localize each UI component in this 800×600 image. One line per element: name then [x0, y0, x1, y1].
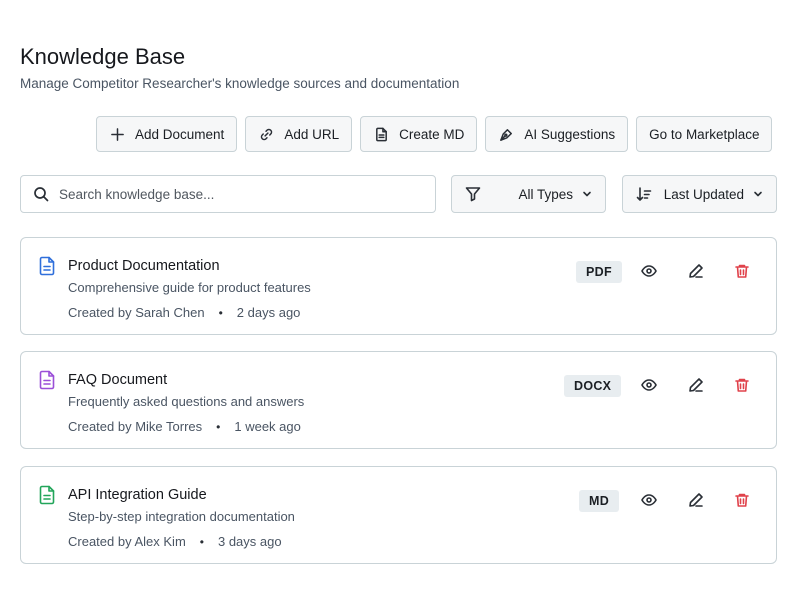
- view-button[interactable]: [640, 262, 658, 280]
- pencil-icon: [689, 493, 703, 507]
- separator-dot: •: [216, 419, 221, 434]
- document-meta: Created by Sarah Chen • 2 days ago: [68, 305, 300, 320]
- document-card[interactable]: Product Documentation Comprehensive guid…: [20, 237, 777, 335]
- document-time: 1 week ago: [234, 419, 301, 434]
- plus-icon: [109, 126, 125, 142]
- page-title: Knowledge Base: [20, 44, 186, 69]
- document-type-badge: MD: [579, 490, 620, 512]
- add-document-label: Add Document: [135, 126, 225, 142]
- search-input[interactable]: [59, 186, 419, 202]
- document-meta: Created by Alex Kim • 3 days ago: [68, 534, 282, 549]
- trash-icon: [735, 264, 749, 278]
- page-subtitle: Manage Competitor Researcher's knowledge…: [20, 76, 460, 91]
- pencil-icon: [689, 264, 703, 278]
- edit-button[interactable]: [687, 262, 705, 280]
- sort-value: Last Updated: [663, 186, 744, 202]
- add-url-button[interactable]: Add URL: [245, 116, 353, 152]
- separator-dot: •: [199, 534, 204, 549]
- delete-button[interactable]: [733, 491, 751, 509]
- type-filter-dropdown[interactable]: All Types: [451, 175, 606, 213]
- eye-icon: [641, 265, 657, 277]
- document-description: Step-by-step integration documentation: [68, 509, 295, 524]
- chevron-down-icon: [583, 191, 591, 197]
- document-title[interactable]: API Integration Guide: [68, 487, 207, 503]
- delete-button[interactable]: [733, 376, 751, 394]
- chevron-down-icon: [754, 191, 762, 197]
- document-author: Created by Sarah Chen: [68, 305, 205, 320]
- pen-tool-icon: [498, 126, 514, 142]
- create-md-label: Create MD: [399, 126, 465, 142]
- document-meta: Created by Mike Torres • 1 week ago: [68, 419, 301, 434]
- type-filter-value: All Types: [518, 186, 573, 202]
- marketplace-label: Go to Marketplace: [649, 126, 760, 142]
- edit-button[interactable]: [687, 491, 705, 509]
- add-document-button[interactable]: Add Document: [96, 116, 238, 152]
- link-icon: [258, 126, 274, 142]
- document-time: 3 days ago: [217, 534, 282, 549]
- edit-button[interactable]: [687, 376, 705, 394]
- document-title[interactable]: FAQ Document: [68, 372, 167, 388]
- eye-icon: [641, 494, 657, 506]
- delete-button[interactable]: [733, 262, 751, 280]
- view-button[interactable]: [640, 376, 658, 394]
- search-icon: [34, 187, 49, 202]
- sort-icon: [636, 187, 652, 201]
- document-type-badge: PDF: [576, 261, 622, 283]
- search-box: [20, 175, 436, 213]
- document-icon: [38, 256, 56, 276]
- create-md-button[interactable]: Create MD: [360, 116, 478, 152]
- trash-icon: [735, 378, 749, 392]
- marketplace-button[interactable]: Go to Marketplace: [636, 116, 773, 152]
- document-author: Created by Mike Torres: [68, 419, 203, 434]
- add-url-label: Add URL: [284, 126, 340, 142]
- document-type-badge: DOCX: [564, 375, 622, 397]
- separator-dot: •: [218, 305, 223, 320]
- eye-icon: [641, 379, 657, 391]
- file-text-icon: [373, 126, 389, 142]
- document-card[interactable]: FAQ Document Frequently asked questions …: [20, 351, 777, 449]
- view-button[interactable]: [640, 491, 658, 509]
- document-description: Comprehensive guide for product features: [68, 280, 311, 295]
- trash-icon: [735, 493, 749, 507]
- ai-suggestions-label: AI Suggestions: [524, 126, 616, 142]
- document-time: 2 days ago: [236, 305, 301, 320]
- ai-suggestions-button[interactable]: AI Suggestions: [485, 116, 629, 152]
- document-description: Frequently asked questions and answers: [68, 394, 305, 409]
- toolbar: Add Document Add URL Create MD AI Sugges…: [96, 116, 773, 152]
- document-icon: [38, 370, 56, 390]
- document-icon: [38, 485, 56, 505]
- document-author: Created by Alex Kim: [68, 534, 186, 549]
- document-card[interactable]: API Integration Guide Step-by-step integ…: [20, 466, 777, 564]
- sort-dropdown[interactable]: Last Updated: [622, 175, 777, 213]
- filter-icon: [465, 187, 481, 202]
- pencil-icon: [689, 378, 703, 392]
- document-title[interactable]: Product Documentation: [68, 258, 220, 274]
